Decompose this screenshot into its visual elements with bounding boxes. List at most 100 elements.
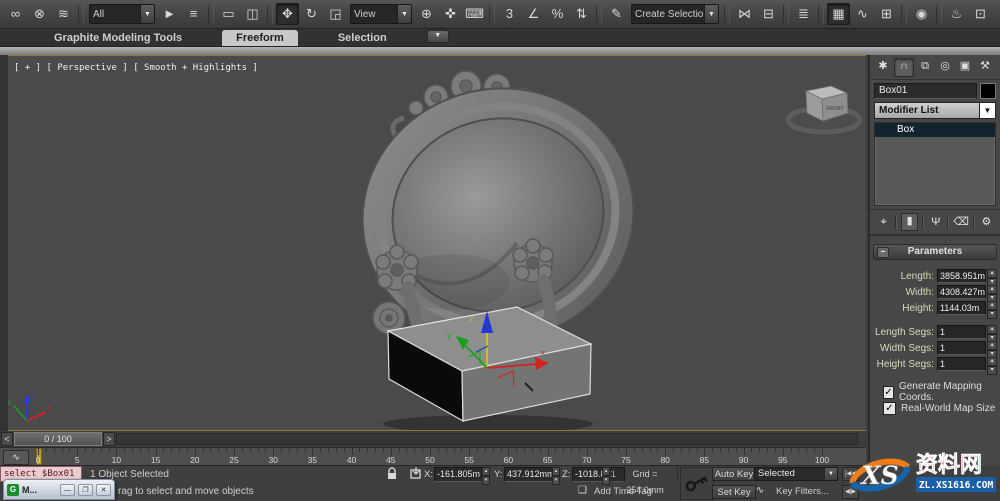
absolute-offset-mode-icon[interactable]	[408, 467, 424, 481]
auto-key-button[interactable]: Auto Key	[712, 467, 756, 481]
tab-display-icon[interactable]: ▣	[956, 58, 974, 75]
spinner-control[interactable]: ▴▾	[987, 301, 997, 315]
tab-freeform[interactable]: Freeform	[222, 30, 298, 46]
spinner-up-icon[interactable]: ▴	[987, 325, 997, 334]
parameter-value-field[interactable]: 1	[937, 325, 986, 339]
parameter-value-field[interactable]: 1	[937, 341, 986, 355]
select-by-name-icon[interactable]: ≡	[182, 3, 205, 25]
next-frame-button[interactable]: >	[103, 432, 115, 446]
chevron-down-icon[interactable]: ▼	[825, 468, 837, 480]
chevron-down-icon[interactable]: ▼	[704, 5, 718, 23]
chevron-down-icon[interactable]: ▼	[979, 103, 995, 118]
pin-stack-icon[interactable]: ⌖	[876, 214, 891, 230]
spinner-up-icon[interactable]: ▴	[987, 357, 997, 366]
spinner-control[interactable]: ▴▾	[987, 341, 997, 355]
tab-utilities-icon[interactable]: ⚒	[976, 58, 994, 75]
previous-frame-button[interactable]: <	[1, 432, 13, 446]
parameter-value-field[interactable]: 1	[937, 357, 986, 371]
tab-selection[interactable]: Selection	[324, 30, 401, 46]
mirror-icon[interactable]: ⋈	[733, 3, 756, 25]
tab-graphite-modeling-tools[interactable]: Graphite Modeling Tools	[40, 30, 196, 46]
select-and-move-icon[interactable]: ✥	[276, 3, 299, 25]
select-and-rotate-icon[interactable]: ↻	[300, 3, 323, 25]
y-spinner[interactable]: ▴▾	[552, 467, 560, 482]
align-icon[interactable]: ⊟	[757, 3, 780, 25]
configure-modifier-sets-icon[interactable]: ⚙	[979, 214, 994, 230]
new-key-settings-icon[interactable]: ∿	[752, 484, 768, 498]
rendered-frame-window-icon[interactable]: ⊡	[969, 3, 992, 25]
select-and-scale-icon[interactable]: ◲	[324, 3, 347, 25]
time-slider[interactable]: 0 / 100	[14, 432, 102, 446]
spinner-down-icon[interactable]: ▾	[987, 310, 997, 319]
reference-coordinate-system-dropdown[interactable]: View▼	[350, 4, 412, 24]
spinner-up-icon[interactable]: ▴	[987, 341, 997, 350]
chevron-down-icon[interactable]: ▼	[397, 5, 411, 23]
add-time-tag-button[interactable]: Add Time Tag	[594, 486, 652, 497]
viewcube[interactable]: FRONT	[788, 86, 860, 132]
perspective-viewport[interactable]: x y z FRONT z y x [ +	[8, 55, 866, 431]
z-spinner[interactable]: ▴▾	[602, 467, 610, 482]
parameter-value-field[interactable]: 3858.951m	[937, 269, 986, 283]
use-pivot-point-center-icon[interactable]: ⊕	[415, 3, 438, 25]
spinner-up-icon[interactable]: ▴	[987, 301, 997, 310]
remove-modifier-icon[interactable]: ⌫	[953, 214, 969, 230]
key-filters-button[interactable]: Key Filters...	[776, 486, 829, 497]
select-and-manipulate-icon[interactable]: ✜	[439, 3, 462, 25]
restore-icon[interactable]: ❐	[78, 484, 93, 496]
floating-mini-window[interactable]: G M... — ❐ ✕	[3, 479, 115, 500]
tab-hierarchy-icon[interactable]: ⧉	[916, 58, 934, 75]
spinner-control[interactable]: ▴▾	[987, 285, 997, 299]
selection-lock-icon[interactable]	[384, 467, 400, 481]
spinner-down-icon[interactable]: ▾	[987, 366, 997, 375]
spinner-snap-toggle-icon[interactable]: ⇅	[570, 3, 593, 25]
parameters-rollout-header[interactable]: − Parameters	[873, 244, 997, 260]
toggle-set-key-mode-button[interactable]	[680, 467, 714, 500]
set-key-button[interactable]: Set Key	[712, 485, 756, 499]
show-end-result-icon[interactable]: ▮	[901, 213, 918, 231]
named-selection-sets-dropdown[interactable]: Create Selection Se▼	[631, 4, 719, 24]
object-color-swatch[interactable]	[980, 83, 996, 99]
spinner-up-icon[interactable]: ▴	[987, 269, 997, 278]
spinner-control[interactable]: ▴▾	[987, 357, 997, 371]
snaps-toggle-3d-icon[interactable]: 3	[498, 3, 521, 25]
y-coordinate-field[interactable]: 437.912mm	[504, 467, 557, 482]
modifier-stack-list[interactable]: Box	[874, 122, 996, 206]
tab-motion-icon[interactable]: ◎	[936, 58, 954, 75]
rectangular-selection-region-icon[interactable]: ▭	[217, 3, 240, 25]
stack-item-box[interactable]: Box	[875, 123, 995, 137]
x-spinner[interactable]: ▴▾	[482, 467, 490, 482]
select-object-icon[interactable]: ►	[158, 3, 181, 25]
graphite-ribbon-toggle-icon[interactable]: ▦	[827, 3, 850, 25]
spinner-control[interactable]: ▴▾	[987, 325, 997, 339]
percent-snap-toggle-icon[interactable]: %	[546, 3, 569, 25]
tab-modify-icon[interactable]: ∩	[894, 58, 914, 77]
spinner-up-icon[interactable]: ▴	[987, 285, 997, 294]
x-coordinate-field[interactable]: -161.805m	[434, 467, 487, 482]
ribbon-minimize-icon[interactable]: ▼	[427, 30, 449, 43]
edit-named-selection-sets-icon[interactable]: ✎	[605, 3, 628, 25]
tab-create-icon[interactable]: ✱	[874, 58, 892, 75]
timeline-ruler[interactable]: 0510152025303540455055606570758085909510…	[30, 448, 858, 466]
layer-manager-icon[interactable]: ≣	[792, 3, 815, 25]
window-crossing-toggle-icon[interactable]: ◫	[241, 3, 264, 25]
spinner-control[interactable]: ▴▾	[987, 269, 997, 283]
checkbox[interactable]: ✓	[883, 402, 896, 415]
render-production-icon[interactable]: ♨	[993, 3, 1000, 25]
time-slider-track[interactable]	[116, 433, 858, 445]
checkbox[interactable]: ✓	[883, 386, 894, 399]
unlink-selection-icon[interactable]: ⊗	[28, 3, 51, 25]
make-unique-icon[interactable]: Ψ	[928, 214, 943, 230]
selection-filter-dropdown[interactable]: All▼	[89, 4, 155, 24]
render-setup-icon[interactable]: ♨	[945, 3, 968, 25]
parameter-value-field[interactable]: 4308.427m	[937, 285, 986, 299]
parameter-value-field[interactable]: 1144.03m	[937, 301, 986, 315]
object-name-field[interactable]: Box01	[874, 83, 977, 99]
minimize-icon[interactable]: —	[60, 484, 75, 496]
material-editor-icon[interactable]: ◉	[910, 3, 933, 25]
modifier-list-dropdown[interactable]: Modifier List ▼	[874, 102, 996, 119]
close-icon[interactable]: ✕	[96, 484, 111, 496]
select-and-link-icon[interactable]: ∞	[4, 3, 27, 25]
open-mini-curve-editor-icon[interactable]: ∿	[3, 450, 29, 465]
selection-set-key-dropdown[interactable]: Selected ▼	[754, 467, 838, 481]
curve-editor-icon[interactable]: ∿	[851, 3, 874, 25]
